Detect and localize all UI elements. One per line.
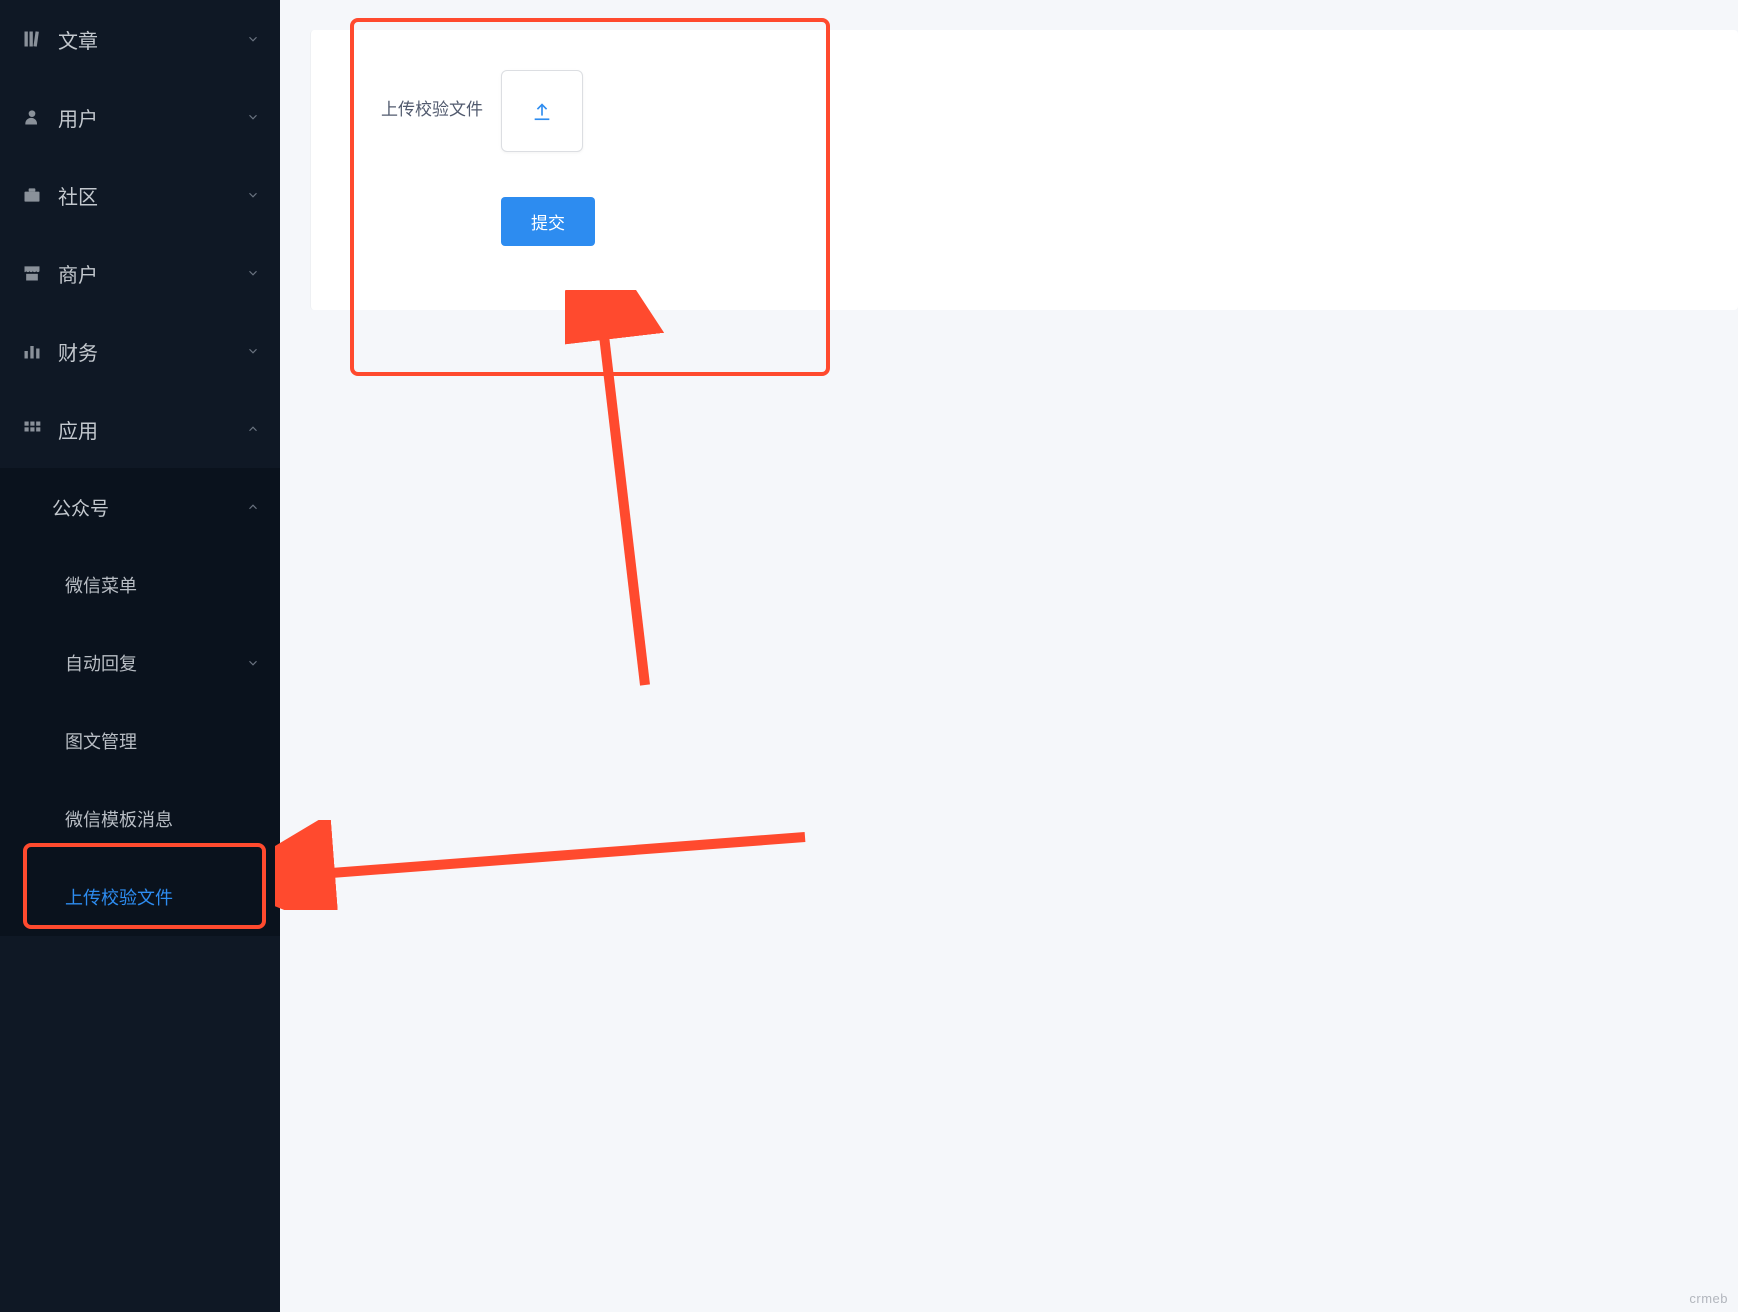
briefcase-icon [20,183,44,207]
sidebar-item-finance[interactable]: 财务 [0,312,280,390]
sidebar-item-label: 财务 [58,337,98,366]
sidebar-subitem-label: 微信菜单 [65,572,137,598]
sidebar-subitem-label: 自动回复 [65,650,137,676]
sidebar-subitem-template-msg[interactable]: 微信模板消息 [0,780,280,858]
sidebar-subheader-wechat[interactable]: 公众号 [0,468,280,546]
sidebar-subitem-content-mgmt[interactable]: 图文管理 [0,702,280,780]
sidebar-subitem-label: 微信模板消息 [65,806,173,832]
upload-row: 上传校验文件 [351,70,1698,152]
user-icon [20,105,44,129]
book-icon [20,27,44,51]
chevron-down-icon [246,188,260,202]
sidebar: 文章 用户 社区 商户 财务 [0,0,280,1312]
upload-label: 上传校验文件 [351,70,501,120]
submit-button[interactable]: 提交 [501,197,595,246]
sidebar-item-label: 商户 [58,259,98,288]
chevron-down-icon [246,110,260,124]
sidebar-item-app[interactable]: 应用 [0,390,280,468]
sidebar-item-label: 文章 [58,25,98,54]
grid-icon [20,417,44,441]
sidebar-subitem-label: 图文管理 [65,728,137,754]
sidebar-item-label: 应用 [58,415,98,444]
main-content: 上传校验文件 提交 [280,0,1738,1312]
sidebar-subsection: 公众号 微信菜单 自动回复 图文管理 微信模板消息 上传校验文件 [0,468,280,936]
sidebar-subitem-upload-verify[interactable]: 上传校验文件 [0,858,280,936]
sidebar-item-label: 社区 [58,181,98,210]
chevron-up-icon [246,500,260,514]
chevron-down-icon [246,32,260,46]
sidebar-item-label: 用户 [58,103,98,132]
watermark: crmeb [1689,1291,1728,1306]
store-icon [20,261,44,285]
sidebar-item-article[interactable]: 文章 [0,0,280,78]
chevron-up-icon [246,422,260,436]
upload-icon [531,100,553,122]
submit-row: 提交 [501,197,1698,246]
upload-box[interactable] [501,70,583,152]
chevron-down-icon [246,656,260,670]
sidebar-item-community[interactable]: 社区 [0,156,280,234]
sidebar-item-merchant[interactable]: 商户 [0,234,280,312]
chevron-down-icon [246,344,260,358]
sidebar-subitem-auto-reply[interactable]: 自动回复 [0,624,280,702]
upload-card: 上传校验文件 提交 [310,30,1738,310]
sidebar-subitem-wechat-menu[interactable]: 微信菜单 [0,546,280,624]
sidebar-subheader-label: 公众号 [52,494,109,521]
chevron-down-icon [246,266,260,280]
sidebar-item-user[interactable]: 用户 [0,78,280,156]
sidebar-subitem-label: 上传校验文件 [65,884,173,910]
chart-icon [20,339,44,363]
